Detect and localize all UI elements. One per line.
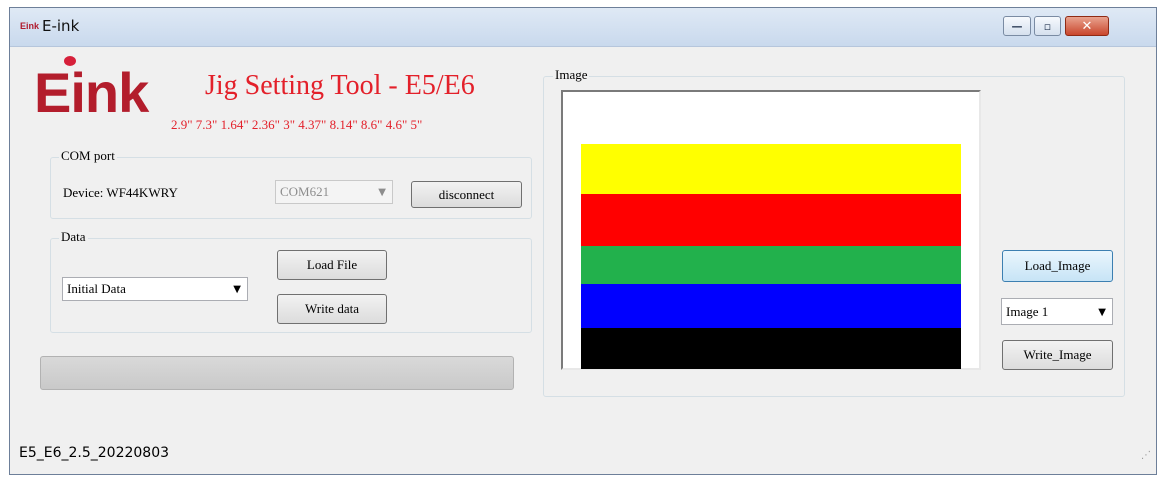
disconnect-button[interactable]: disconnect: [411, 181, 522, 208]
image-select[interactable]: Image 1 ▼: [1001, 298, 1113, 325]
data-select-value: Initial Data: [67, 281, 126, 296]
chevron-down-icon: ▼: [233, 284, 241, 295]
write-image-button[interactable]: Write_Image: [1002, 340, 1113, 370]
load-image-button[interactable]: Load_Image: [1002, 250, 1113, 282]
color-stripes: [581, 144, 961, 369]
close-icon: ✕: [1081, 18, 1093, 34]
write-data-button[interactable]: Write data: [277, 294, 387, 324]
maximize-icon: ▫: [1043, 19, 1052, 33]
device-label: Device: WF44KWRY: [63, 185, 178, 200]
data-select[interactable]: Initial Data ▼: [62, 277, 248, 301]
minimize-button[interactable]: —: [1003, 16, 1031, 36]
stripe-yellow: [581, 144, 961, 194]
chevron-down-icon: ▼: [378, 187, 386, 198]
title-bar[interactable]: Eink E-ink — ▫ ✕: [10, 8, 1156, 47]
status-bar: E5_E6_2.5_20220803 ⋰: [9, 440, 1157, 466]
version-text: E5_E6_2.5_20220803: [19, 445, 170, 461]
chevron-down-icon: ▼: [1098, 307, 1106, 318]
window-title: E-ink: [42, 17, 80, 35]
stripe-green: [581, 246, 961, 284]
app-title: Jig Setting Tool - E5/E6: [205, 70, 475, 101]
stripe-blue: [581, 284, 961, 328]
load-file-button[interactable]: Load File: [277, 250, 387, 280]
com-port-group-label: COM port: [59, 148, 117, 164]
close-button[interactable]: ✕: [1065, 16, 1109, 36]
com-port-value: COM621: [280, 184, 330, 199]
stripe-red: [581, 194, 961, 246]
maximize-button[interactable]: ▫: [1034, 16, 1061, 36]
com-port-select[interactable]: COM621 ▼: [275, 180, 393, 204]
resize-grip-icon[interactable]: ⋰: [1141, 450, 1151, 461]
supported-sizes: 2.9" 7.3" 1.64" 2.36" 3" 4.37" 8.14" 8.6…: [171, 117, 423, 132]
image-select-value: Image 1: [1006, 304, 1049, 319]
stripe-black: [581, 328, 961, 369]
progress-bar: [40, 356, 514, 390]
eink-logo: Eink: [34, 61, 149, 124]
minimize-icon: —: [1011, 19, 1023, 33]
image-group-label: Image: [553, 67, 590, 83]
app-icon: Eink: [20, 21, 40, 31]
data-group-label: Data: [59, 229, 88, 245]
